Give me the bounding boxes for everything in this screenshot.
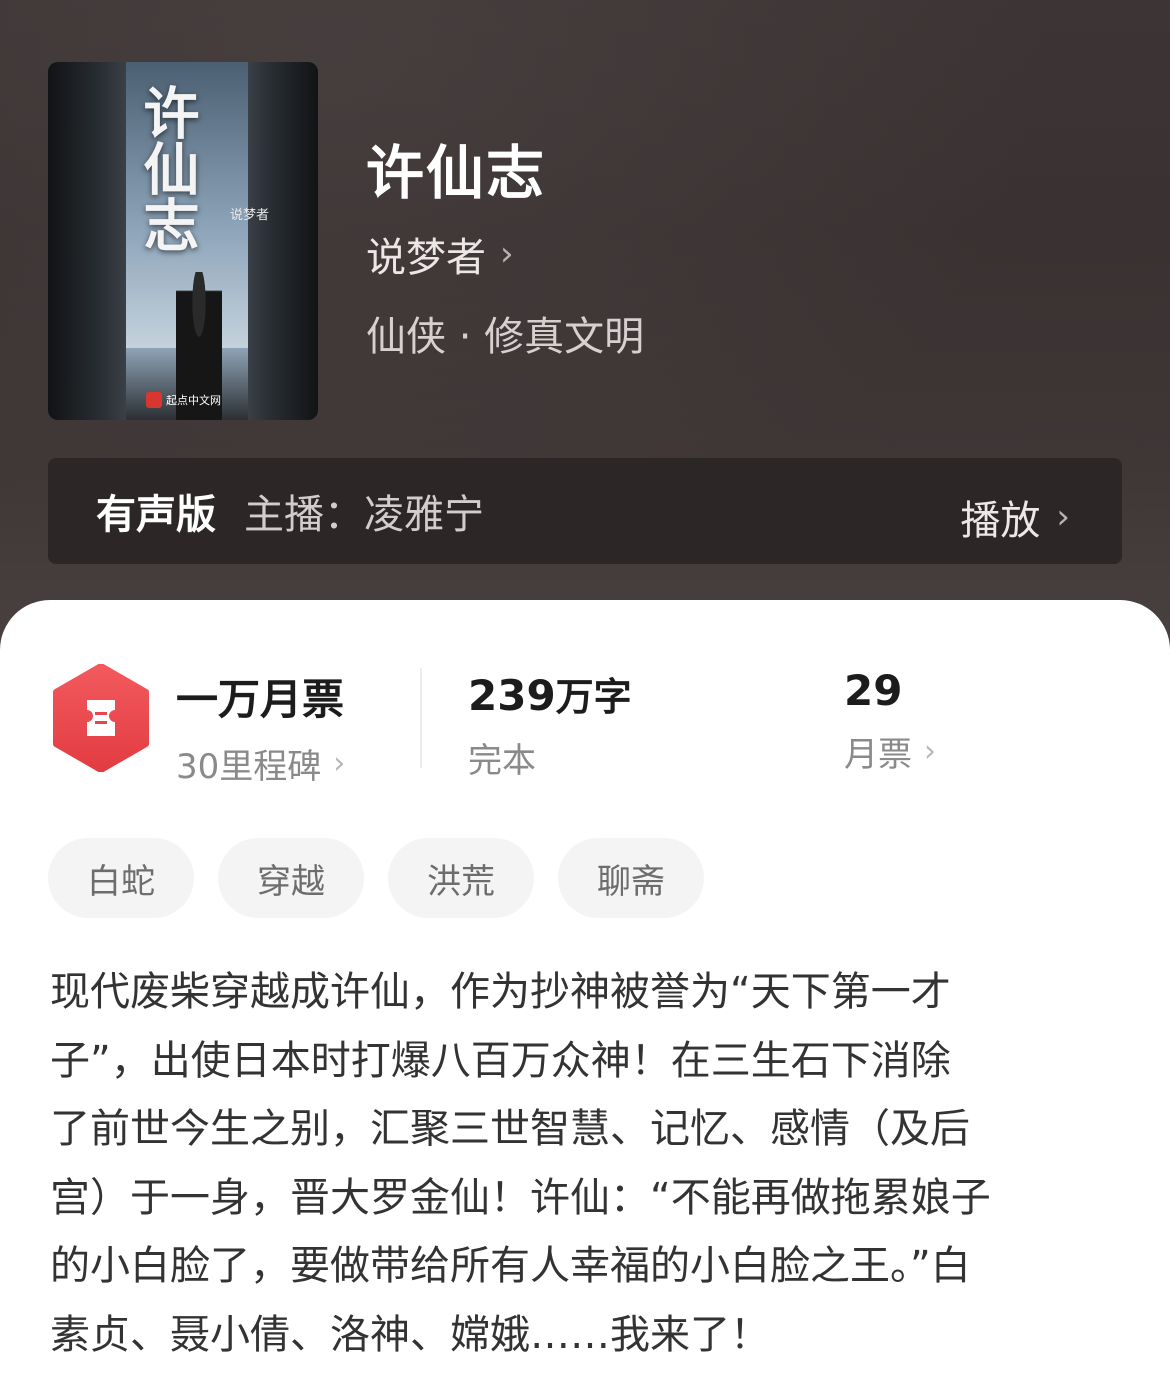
description-line: 子”，出使日本时打爆八百万众神！在三生石下消除 (50, 1037, 951, 1084)
word-count-unit: 万字 (555, 675, 632, 719)
cover-door-right (248, 62, 318, 420)
audiobook-bar[interactable]: 有声版 主播：凌雅宁 播放 › (48, 458, 1122, 564)
word-count-number: 239 (468, 671, 556, 720)
monthly-ticket-label: 月票 (844, 735, 912, 775)
word-count-stat: 239万字 完本 (468, 666, 632, 782)
book-title: 许仙志 (366, 139, 547, 207)
ticket-milestone-title: 一万月票 (176, 675, 345, 724)
tag-list: 白蛇 穿越 洪荒 聊斋 (48, 838, 704, 918)
monthly-ticket-milestone[interactable]: 一万月票 30里程碑 › (176, 666, 345, 788)
monthly-ticket-stat[interactable]: 29 月票 › (844, 666, 936, 776)
cover-author: 说梦者 (230, 208, 270, 223)
ticket-icon (53, 664, 149, 772)
chevron-right-icon: › (500, 234, 514, 274)
author-link[interactable]: 说梦者 › (366, 225, 514, 283)
tag-chip[interactable]: 洪荒 (388, 838, 534, 918)
completion-status: 完本 (468, 741, 536, 781)
description-line: 了前世今生之别，汇聚三世智慧、记忆、感情（及后 (50, 1106, 970, 1152)
tag-chip[interactable]: 聊斋 (558, 838, 704, 918)
tag-chip[interactable]: 白蛇 (48, 838, 194, 918)
cover-door-left (48, 62, 126, 420)
book-genre: 仙侠 · 修真文明 (366, 314, 645, 360)
milestone-count: 30里程碑 (176, 747, 322, 787)
publisher-logo-icon (146, 392, 162, 408)
cover-title: 许仙志 (134, 84, 200, 252)
description-line: 的小白脸了，要做带给所有人幸福的小白脸之王。”白 (50, 1243, 971, 1289)
audiobook-play-button[interactable]: 播放 › (960, 488, 1070, 546)
play-label: 播放 (960, 498, 1041, 544)
cover-publisher-text: 起点中文网 (166, 394, 221, 407)
audiobook-host: 主播：凌雅宁 (244, 492, 484, 538)
word-count: 239万字 (468, 666, 632, 721)
description-line: 宫）于一身，晋大罗金仙！许仙：“不能再做拖累娘子 (50, 1174, 991, 1221)
description-line: 现代废柴穿越成许仙，作为抄神被誉为“天下第一才 (50, 969, 951, 1015)
chevron-right-icon: › (1056, 497, 1070, 537)
monthly-ticket-link: 月票 › (844, 727, 936, 776)
ticket-milestone-sub: 30里程碑 › (176, 739, 345, 788)
monthly-ticket-count: 29 (844, 666, 903, 715)
author-name: 说梦者 (366, 235, 486, 281)
book-description[interactable]: 现代废柴穿越成许仙，作为抄神被誉为“天下第一才 子”，出使日本时打爆八百万众神！… (50, 958, 1130, 1369)
tag-chip[interactable]: 穿越 (218, 838, 364, 918)
cover-publisher: 起点中文网 (146, 392, 221, 408)
description-line: 素贞、聂小倩、洛神、嫦娥……我来了！ (50, 1311, 770, 1358)
book-cover[interactable]: 许仙志 说梦者 起点中文网 (48, 62, 318, 420)
chevron-right-icon: › (924, 734, 936, 769)
chevron-right-icon: › (333, 746, 346, 781)
stats-divider (420, 668, 422, 768)
audiobook-label: 有声版 (96, 492, 216, 538)
